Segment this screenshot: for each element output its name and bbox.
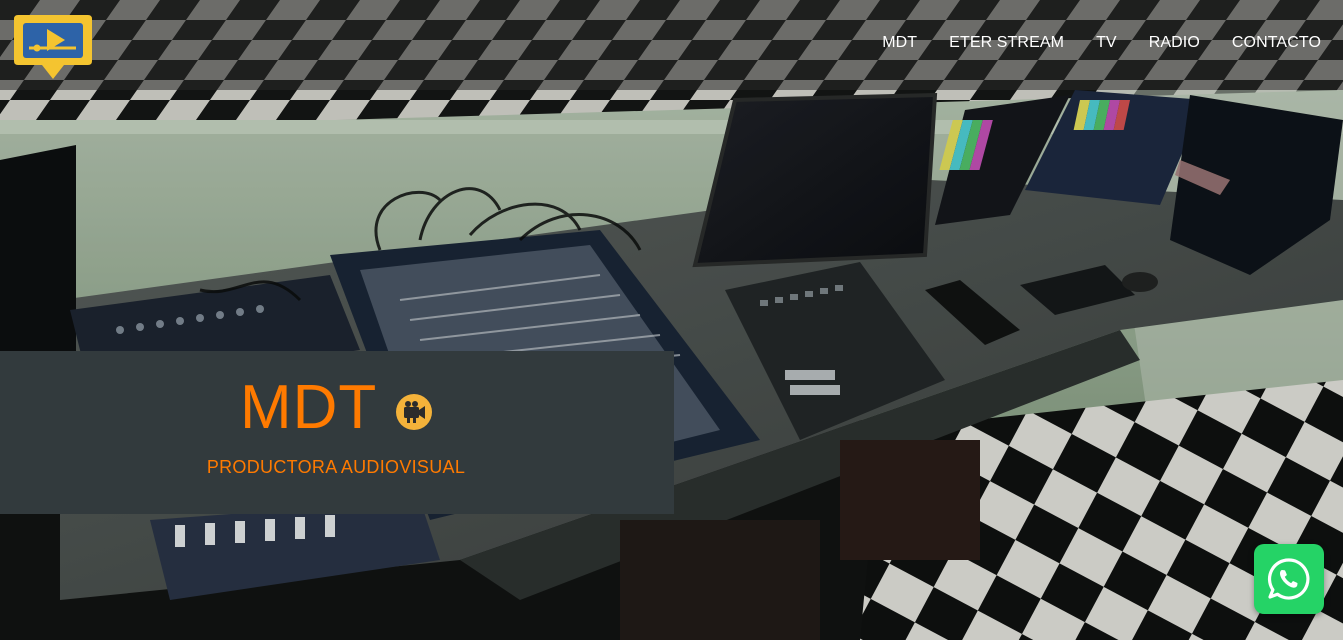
hero-title: MDT bbox=[240, 373, 378, 442]
nav-item-contacto[interactable]: CONTACTO bbox=[1216, 34, 1321, 52]
whatsapp-button[interactable] bbox=[1254, 544, 1324, 614]
hero-subtitle: PRODUCTORA AUDIOVISUAL bbox=[206, 457, 466, 477]
hero-background-image bbox=[0, 0, 1343, 640]
nav-item-radio[interactable]: RADIO bbox=[1133, 34, 1216, 52]
nav-item-tv[interactable]: TV bbox=[1080, 34, 1133, 52]
nav-item-mdt[interactable]: MDT bbox=[866, 34, 933, 52]
page: MDT ETER STREAM TV RADIO CONTACTO MDT PR… bbox=[0, 0, 1343, 640]
nav-item-eter-stream[interactable]: ETER STREAM bbox=[933, 34, 1080, 52]
hero-card: MDT PRODUCTORA AUDIOVISUAL bbox=[0, 351, 674, 514]
hero-title-row: MDT bbox=[240, 377, 433, 439]
video-camera-icon bbox=[396, 394, 433, 430]
whatsapp-icon bbox=[1267, 558, 1310, 600]
site-header: MDT ETER STREAM TV RADIO CONTACTO bbox=[0, 0, 1343, 90]
main-nav: MDT ETER STREAM TV RADIO CONTACTO bbox=[866, 34, 1321, 52]
play-screen-logo-icon[interactable] bbox=[12, 11, 94, 81]
